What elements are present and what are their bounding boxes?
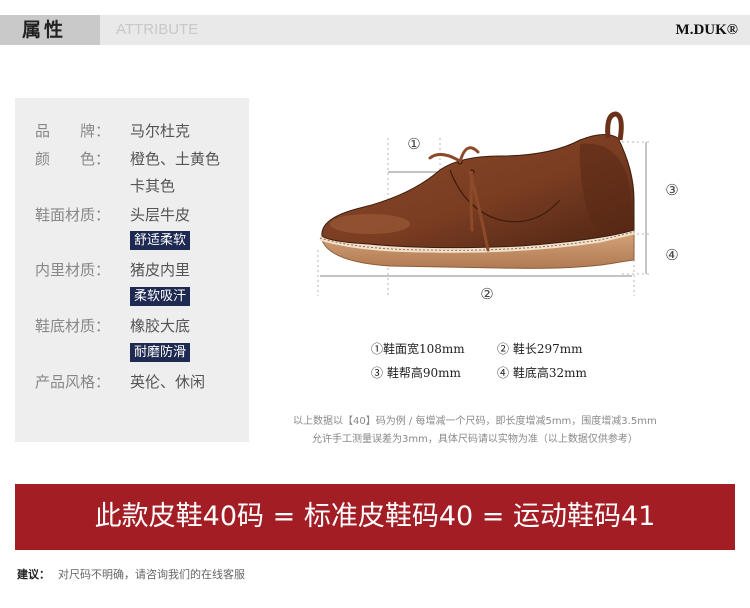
advice-text: 对尺码不明确，请咨询我们的在线客服 xyxy=(58,568,245,581)
attribute-value: 橙色、土黄色 xyxy=(130,150,221,168)
attribute-value: 橡胶大底 xyxy=(130,317,191,335)
attribute-tag: 耐磨防滑 xyxy=(130,343,191,362)
section-header-bar xyxy=(0,15,750,45)
marker-upper-width: ① xyxy=(407,135,420,153)
measurement-upper-height: ③ 鞋帮高90mm xyxy=(371,366,461,380)
section-title: 属性 xyxy=(22,19,67,41)
attribute-value-line2: 卡其色 xyxy=(130,177,176,195)
brand-logo: M.DUK® xyxy=(675,22,738,38)
size-conversion-banner: 此款皮鞋40码 = 标准皮鞋码40 = 运动鞋码41 xyxy=(15,484,735,550)
advice-label: 建议： xyxy=(17,568,50,581)
attribute-value: 头层牛皮 xyxy=(130,206,191,224)
size-conversion-text: 此款皮鞋40码 = 标准皮鞋码40 = 运动鞋码41 xyxy=(94,501,656,532)
attribute-value: 猪皮内里 xyxy=(130,261,191,279)
attribute-label: 鞋面材质： xyxy=(35,206,111,224)
attribute-tag: 柔软吸汗 xyxy=(130,287,191,306)
attribute-value: 马尔杜克 xyxy=(130,122,191,140)
section-subtitle: ATTRIBUTE xyxy=(116,21,199,38)
shoe-illustration xyxy=(319,111,635,269)
attribute-tag: 舒适柔软 xyxy=(130,231,191,250)
size-note-line2: 允许手工测量误差为3mm，具体尺码请以实物为准（以上数据仅供参考） xyxy=(312,434,638,445)
measurement-shoe-length: ② 鞋长297mm xyxy=(497,342,583,356)
attribute-label: 产品风格： xyxy=(35,373,111,391)
attribute-value: 英伦、休闲 xyxy=(130,373,206,391)
size-note-line1: 以上数据以【40】码为例 / 每增减一个尺码，即长度增减5mm，围度增减3.5m… xyxy=(293,416,657,427)
shoe-size-diagram: ① ② ③ ④ xyxy=(317,111,679,303)
size-advice: 建议： 对尺码不明确，请咨询我们的在线客服 xyxy=(17,566,245,582)
marker-sole-height: ④ xyxy=(665,246,678,264)
attribute-label: 内里材质： xyxy=(35,261,111,279)
attribute-label: 鞋底材质： xyxy=(35,317,111,335)
marker-upper-height: ③ xyxy=(665,181,678,199)
attribute-label: 品 牌： xyxy=(35,122,111,140)
measurement-sole-height: ④ 鞋底高32mm xyxy=(497,366,587,380)
marker-shoe-length: ② xyxy=(480,285,493,303)
attribute-label: 颜 色： xyxy=(35,150,111,168)
measurement-upper-width: ①鞋面宽108mm xyxy=(371,342,465,356)
